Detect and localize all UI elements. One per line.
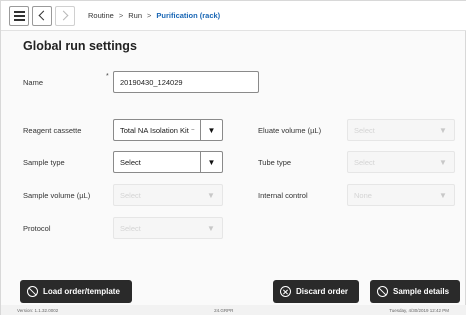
protocol-select[interactable]: Select ▼ — [113, 217, 223, 239]
eluate-volume-select[interactable]: Select ▼ — [347, 119, 455, 141]
dropdown-arrow-icon: ▼ — [200, 152, 222, 172]
datetime-text: Tuesday, 4/30/2019 12:42 PM — [389, 308, 449, 313]
reagent-cassette-label: Reagent cassette — [23, 126, 82, 135]
back-button[interactable] — [32, 5, 52, 26]
ban-icon — [377, 286, 388, 297]
breadcrumb-routine[interactable]: Routine — [88, 11, 114, 20]
protocol-label: Protocol — [23, 224, 51, 233]
tube-type-value: Select — [354, 157, 375, 167]
dropdown-arrow-icon: ▼ — [439, 125, 447, 135]
sample-type-value: Select — [120, 157, 141, 167]
sample-volume-value: Select — [120, 190, 141, 200]
internal-control-select[interactable]: None ▼ — [347, 184, 455, 206]
name-input[interactable]: 20190430_124029 — [113, 71, 259, 93]
breadcrumb-purification: Purification (rack) — [156, 11, 221, 20]
dropdown-arrow-icon: ▼ — [439, 190, 447, 200]
tube-type-select[interactable]: Select ▼ — [347, 151, 455, 173]
dropdown-arrow-icon: ▼ — [439, 157, 447, 167]
sample-details-button[interactable]: Sample details — [370, 280, 460, 303]
reagent-cassette-select[interactable]: Total NA Isolation Kit ⁻ ▼ — [113, 119, 223, 141]
status-center-text: 24.GRPR — [214, 308, 234, 313]
breadcrumb-separator: > — [147, 11, 152, 20]
ban-icon — [27, 286, 38, 297]
sample-details-label: Sample details — [393, 287, 450, 296]
sample-type-label: Sample type — [23, 158, 65, 167]
breadcrumb-run[interactable]: Run — [128, 11, 142, 20]
sample-volume-label: Sample volume (µL) — [23, 191, 91, 200]
chevron-right-icon — [58, 10, 69, 21]
discard-order-label: Discard order — [296, 287, 349, 296]
page-title: Global run settings — [23, 39, 137, 53]
sample-volume-select[interactable]: Select ▼ — [113, 184, 223, 206]
version-text: Version: 1.1.32.0002 — [17, 308, 59, 313]
sample-type-select[interactable]: Select ▼ — [113, 151, 223, 173]
dropdown-arrow-icon: ▼ — [200, 120, 222, 140]
name-label: Name — [23, 78, 44, 87]
forward-button[interactable] — [55, 5, 75, 26]
load-order-template-button[interactable]: Load order/template — [20, 280, 132, 303]
status-bar: Version: 1.1.32.0002 24.GRPR Tuesday, 4/… — [1, 305, 466, 315]
internal-control-value: None — [354, 190, 372, 200]
internal-control-label: Internal control — [258, 191, 308, 200]
discard-order-button[interactable]: Discard order — [273, 280, 359, 303]
close-circle-icon — [280, 286, 291, 297]
chevron-left-icon — [38, 10, 49, 21]
app-screen: Routine > Run > Purification (rack) Glob… — [0, 0, 466, 315]
reagent-cassette-value: Total NA Isolation Kit ⁻ — [120, 125, 195, 135]
protocol-value: Select — [120, 223, 141, 233]
eluate-volume-value: Select — [354, 125, 375, 135]
dropdown-arrow-icon: ▼ — [207, 223, 215, 233]
breadcrumb: Routine > Run > Purification (rack) — [88, 11, 220, 20]
dropdown-arrow-icon: ▼ — [207, 190, 215, 200]
top-nav-bar: Routine > Run > Purification (rack) — [1, 1, 466, 31]
tube-type-label: Tube type — [258, 158, 292, 167]
required-marker: * — [106, 73, 109, 80]
breadcrumb-separator: > — [118, 11, 124, 20]
eluate-volume-label: Eluate volume (µL) — [258, 126, 322, 135]
load-order-template-label: Load order/template — [43, 287, 120, 296]
menu-icon[interactable] — [9, 5, 29, 26]
